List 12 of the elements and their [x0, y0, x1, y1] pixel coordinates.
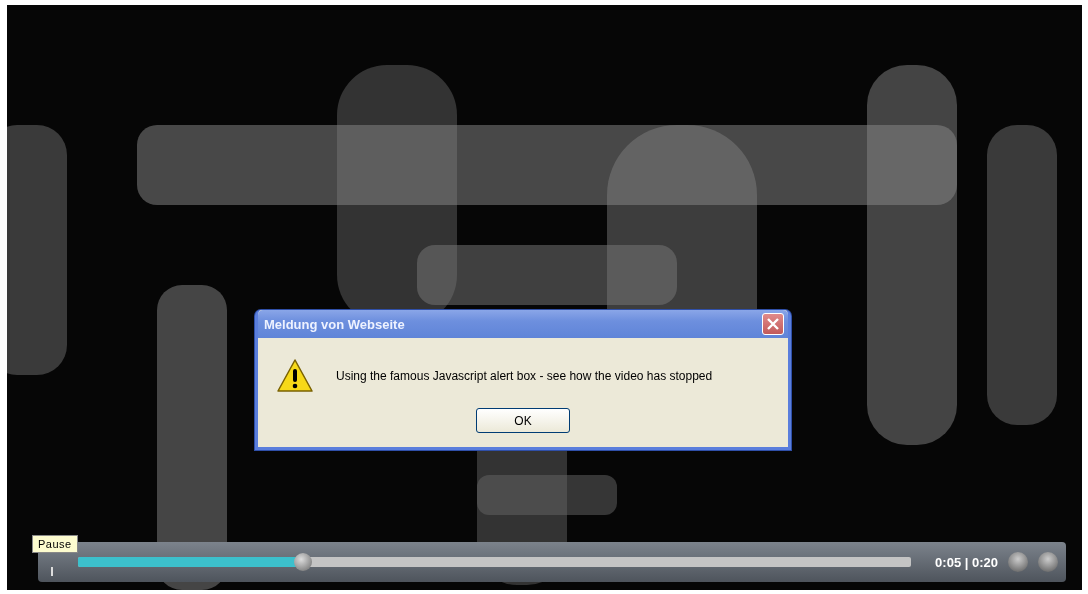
close-button[interactable]	[762, 313, 784, 335]
progress-thumb[interactable]	[293, 553, 312, 571]
round-button[interactable]	[1008, 552, 1028, 572]
round-button[interactable]	[1038, 552, 1058, 572]
alert-message: Using the famous Javascript alert box - see how the video has stopped	[336, 369, 713, 383]
dialog-title: Meldung von Webseite	[264, 316, 405, 332]
pause-tooltip: Pause	[32, 535, 78, 553]
warning-icon	[276, 358, 314, 394]
close-icon	[766, 317, 780, 331]
position-marker	[51, 567, 53, 576]
ok-button[interactable]: OK	[476, 408, 570, 433]
time-display: 0:05 | 0:20	[935, 554, 998, 570]
